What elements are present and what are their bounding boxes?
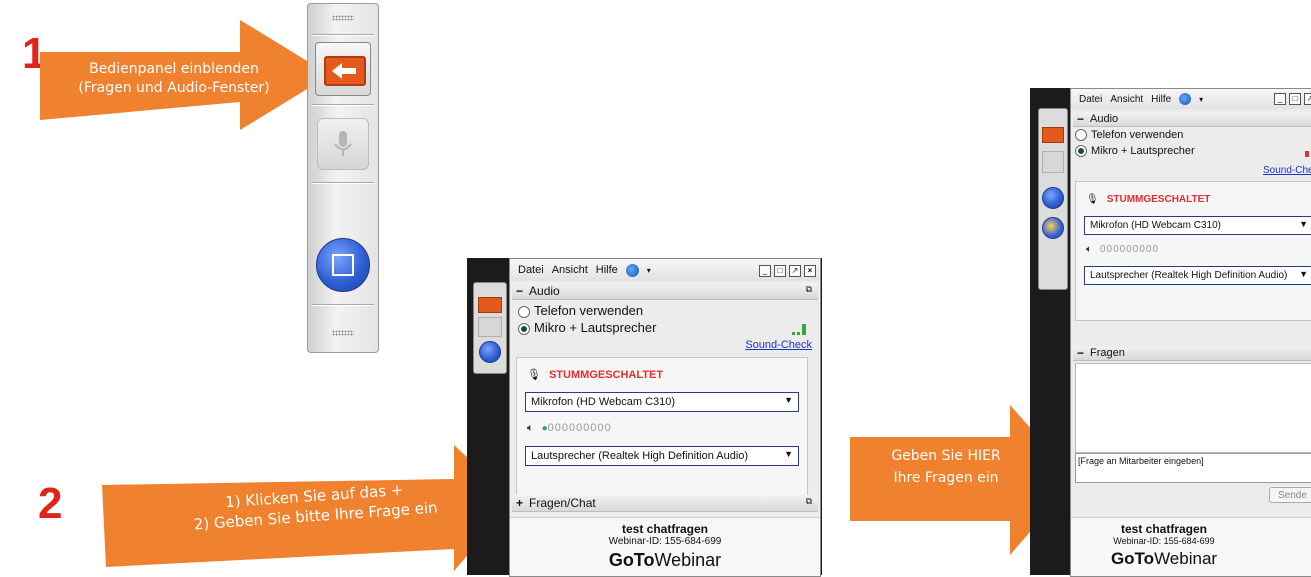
step-1-line-2: (Fragen und Audio-Fenster) <box>78 79 270 96</box>
menu-ansicht[interactable]: Ansicht <box>1110 94 1143 105</box>
popout-icon[interactable]: ↗ <box>789 264 801 277</box>
mute-status: 🎙︎ STUMMGESCHALTET <box>527 369 664 381</box>
collapse-icon[interactable]: − <box>1077 112 1084 126</box>
menu-ansicht[interactable]: Ansicht <box>552 264 588 276</box>
phone-option[interactable]: Telefon verwenden <box>518 303 643 318</box>
sound-check-link[interactable]: Sound-Check <box>745 339 812 351</box>
arrow-left-icon <box>324 56 366 86</box>
popout-icon[interactable]: ↗ <box>1304 93 1311 105</box>
audio-header-label: Audio <box>1090 113 1119 125</box>
step-1-line-1: Bedienpanel einblenden <box>89 61 259 77</box>
audio-header-label: Audio <box>529 284 560 298</box>
panel-b-show-panel-icon[interactable] <box>1042 127 1064 143</box>
speaker-icon: 🔈︎ <box>527 422 534 434</box>
globe-icon[interactable] <box>625 263 639 277</box>
phone-radio[interactable] <box>518 305 530 318</box>
step-3-line-2: Ihre Fragen ein <box>893 469 999 486</box>
collapse-icon[interactable]: − <box>1077 346 1084 360</box>
menu-datei[interactable]: Datei <box>518 264 544 276</box>
webinar-id: Webinar-ID: 155-684-699 <box>608 536 722 547</box>
volume-row: 🔈︎ ●000000000 <box>527 422 612 434</box>
panel-b-footer: test chatfragen Webinar-ID: 155-684-699 … <box>1071 517 1311 576</box>
dropdown-arrow-icon: ▼ <box>1299 269 1308 279</box>
goto-panel-b: Datei Ansicht Hilfe ▾ _□↗ −Audio Telefon… <box>1070 88 1311 577</box>
questions-log <box>1075 363 1311 453</box>
mic-option[interactable]: Mikro + Lautsprecher <box>1075 145 1195 158</box>
microphone-small-icon: 🎙︎ <box>527 369 541 381</box>
panel-b-menubar: Datei Ansicht Hilfe ▾ _□↗ <box>1071 89 1311 109</box>
panel-a-screen-icon[interactable] <box>479 341 501 363</box>
menu-hilfe[interactable]: Hilfe <box>1151 94 1171 105</box>
panel-a-side-strip <box>473 282 507 374</box>
panel-a-questions-header[interactable]: + Fragen/Chat ⧉ <box>512 495 818 512</box>
panel-a-menubar: Datei Ansicht Hilfe ▾ _ □ ↗ × <box>510 259 820 281</box>
webinar-title: test chatfragen <box>621 522 709 536</box>
panel-b-side-strip <box>1038 108 1068 290</box>
close-icon[interactable]: × <box>804 264 816 277</box>
mute-status: 🎙︎ STUMMGESCHALTET <box>1086 194 1211 205</box>
signal-bars-icon <box>792 323 808 335</box>
panel-a-microphone-icon[interactable] <box>478 317 502 337</box>
strip-grip-bottom[interactable] <box>314 324 372 342</box>
step-2-number: 2 <box>38 479 63 528</box>
panel-b-screen-icon[interactable] <box>1042 187 1064 209</box>
show-panel-button[interactable] <box>315 42 371 96</box>
gotowebinar-logo: GoToWebinar <box>1110 549 1218 568</box>
microphone-select[interactable]: Mikrofon (HD Webcam C310) ▼ <box>525 392 799 412</box>
mic-radio[interactable] <box>518 322 530 335</box>
panel-a-footer: test chatfragen Webinar-ID: 155-684-699 … <box>510 517 820 576</box>
goto-panel-a: Datei Ansicht Hilfe ▾ _ □ ↗ × − Audio ⧉ Tele… <box>509 258 821 577</box>
minimize-icon[interactable]: _ <box>759 264 771 277</box>
detach-icon[interactable]: ⧉ <box>806 496 812 507</box>
step-3-line-1: Geben Sie HIER <box>891 448 1001 464</box>
detach-icon[interactable]: ⧉ <box>806 284 812 295</box>
step-1-arrow-text: Bedienpanel einblenden (Fragen und Audio… <box>44 60 304 98</box>
gotowebinar-logo: GoToWebinar <box>608 550 722 570</box>
panel-b-audio-device-box: 🎙︎ STUMMGESCHALTET Mikrofon (HD Webcam C3… <box>1075 181 1311 321</box>
send-button[interactable]: Sende <box>1269 487 1311 503</box>
panel-b-audio-header[interactable]: − Audio <box>1073 112 1311 127</box>
expand-icon[interactable]: + <box>516 496 523 510</box>
microphone-select[interactable]: Mikrofon (HD Webcam C310) ▼ <box>1084 216 1311 235</box>
signal-bars-icon <box>1305 151 1309 157</box>
questions-header-label: Fragen/Chat <box>529 496 596 510</box>
collapse-icon[interactable]: − <box>516 284 523 298</box>
control-strip <box>307 3 379 353</box>
mic-radio[interactable] <box>1075 145 1087 158</box>
phone-radio[interactable] <box>1075 129 1087 142</box>
phone-option[interactable]: Telefon verwenden <box>1075 129 1183 142</box>
question-input[interactable]: [Frage an Mitarbeiter eingeben] <box>1075 453 1311 483</box>
panel-b-microphone-icon[interactable] <box>1042 151 1064 173</box>
panel-a-audio-header[interactable]: − Audio ⧉ <box>512 283 818 300</box>
screen-button[interactable] <box>316 238 370 292</box>
microphone-button[interactable] <box>317 118 369 170</box>
strip-grip-top[interactable] <box>314 9 372 27</box>
questions-header-label: Fragen <box>1090 347 1125 359</box>
volume-row: 🔈︎ 000000000 <box>1086 244 1160 255</box>
webinar-id: Webinar-ID: 155-684-699 <box>1113 536 1215 546</box>
speaker-icon: 🔈︎ <box>1086 244 1092 255</box>
microphone-icon <box>334 131 352 156</box>
speaker-select[interactable]: Lautsprecher (Realtek High Definition Au… <box>525 446 799 466</box>
dropdown-arrow-icon: ▼ <box>1299 219 1308 229</box>
webinar-title: test chatfragen <box>1120 522 1208 536</box>
menu-datei[interactable]: Datei <box>1079 94 1102 105</box>
dropdown-arrow-icon: ▼ <box>784 449 793 459</box>
dropdown-arrow-icon: ▼ <box>784 395 793 405</box>
maximize-icon[interactable]: □ <box>1289 93 1301 105</box>
sound-check-link[interactable]: Sound-Che <box>1263 165 1311 176</box>
speaker-select[interactable]: Lautsprecher (Realtek High Definition Au… <box>1084 266 1311 285</box>
mic-option[interactable]: Mikro + Lautsprecher <box>518 320 656 335</box>
minimize-icon[interactable]: _ <box>1274 93 1286 105</box>
panel-b-questions-header[interactable]: − Fragen <box>1073 346 1311 361</box>
screen-icon <box>332 254 354 276</box>
globe-icon[interactable] <box>1179 93 1192 105</box>
maximize-icon[interactable]: □ <box>774 264 786 277</box>
microphone-small-icon: 🎙︎ <box>1086 194 1099 205</box>
panel-a-audio-device-box: 🎙︎ STUMMGESCHALTET Mikrofon (HD Webcam C3… <box>516 357 808 497</box>
menu-hilfe[interactable]: Hilfe <box>596 264 618 276</box>
panel-a-show-panel-icon[interactable] <box>478 297 502 313</box>
panel-b-raise-hand-icon[interactable] <box>1042 217 1064 239</box>
step-3-arrow-text: Geben Sie HIER Ihre Fragen ein <box>856 446 1036 489</box>
